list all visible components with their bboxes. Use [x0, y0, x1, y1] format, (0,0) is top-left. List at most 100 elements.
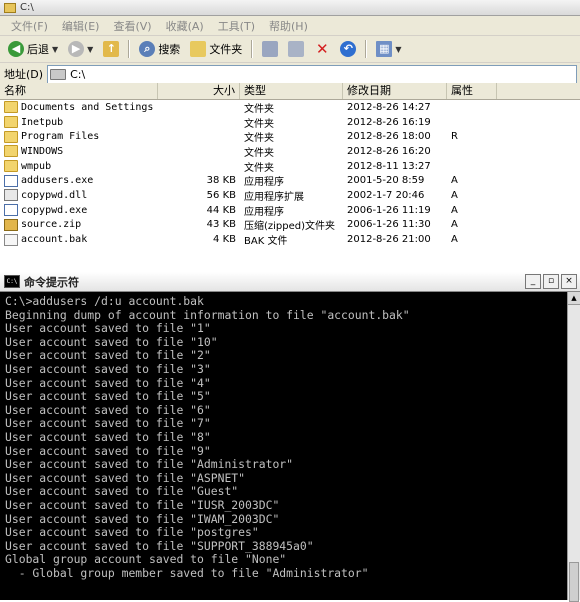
file-name: Program Files: [21, 131, 100, 143]
exe-icon: [4, 204, 18, 217]
column-header-type[interactable]: 类型: [240, 83, 343, 99]
console-line: User account saved to file "IUSR_2003DC": [5, 497, 280, 512]
chevron-down-icon: ▼: [395, 44, 402, 54]
file-row[interactable]: account.bak 4 KB BAK 文件 2012-8-26 21:00 A: [0, 232, 580, 247]
window-title: C:\: [20, 2, 34, 13]
cmd-titlebar[interactable]: C:\ 命令提示符 _ ▫ ×: [0, 272, 580, 292]
address-value: C:\: [70, 67, 86, 81]
file-type: 应用程序: [244, 177, 284, 189]
file-row[interactable]: copypwd.exe 44 KB 应用程序 2006-1-26 11:19 A: [0, 203, 580, 218]
file-name-cell: Inetpub: [0, 116, 158, 129]
file-name: Documents and Settings: [21, 101, 154, 113]
explorer-titlebar[interactable]: C:\: [0, 0, 580, 16]
file-size: 43 KB: [206, 219, 236, 231]
column-header-name[interactable]: 名称: [0, 83, 158, 99]
delete-button[interactable]: ✕: [310, 38, 334, 60]
zip-icon: [4, 218, 18, 231]
scroll-up-icon[interactable]: ▲: [568, 292, 580, 305]
file-type: 文件夹: [244, 133, 274, 145]
menu-edit[interactable]: 编辑(E): [55, 18, 107, 34]
move-to-icon: [262, 41, 279, 57]
file-size: 44 KB: [206, 204, 236, 216]
address-label: 地址(D): [4, 68, 44, 81]
file-type: 文件夹: [244, 162, 274, 174]
bak-icon: [4, 233, 18, 246]
console-line: User account saved to file "IWAM_2003DC": [5, 511, 280, 526]
file-name-cell: WINDOWS: [0, 145, 158, 158]
console-line: User account saved to file "Guest": [5, 484, 239, 499]
menu-tools[interactable]: 工具(T): [211, 18, 262, 34]
console-line: C:\>addusers /d:u account.bak: [5, 294, 204, 308]
column-header-attributes[interactable]: 属性: [447, 83, 497, 99]
file-name: addusers.exe: [21, 175, 94, 187]
forward-button[interactable]: ▶ ▼: [64, 38, 97, 60]
file-name-cell: source.zip: [0, 218, 158, 231]
file-row[interactable]: Documents and Settings 文件夹 2012-8-26 14:27: [0, 100, 580, 115]
console-line: User account saved to file "SUPPORT_3889…: [5, 538, 314, 553]
vertical-scrollbar[interactable]: ▲: [567, 292, 580, 602]
console-line: User account saved to file "Administrato…: [5, 457, 294, 472]
menu-file[interactable]: 文件(F): [4, 18, 55, 34]
file-name: wmpub: [21, 160, 52, 172]
file-rows: Documents and Settings 文件夹 2012-8-26 14:27…: [0, 100, 580, 247]
file-list-header: 名称 大小 类型 修改日期 属性: [0, 83, 580, 100]
file-row[interactable]: source.zip 43 KB 压缩(zipped)文件夹 2006-1-26 11…: [0, 218, 580, 233]
up-folder-button[interactable]: ↑: [99, 38, 123, 60]
back-arrow-icon: ◀: [8, 41, 24, 57]
menu-bar: 文件(F) 编辑(E) 查看(V) 收藏(A) 工具(T) 帮助(H): [0, 16, 580, 36]
toolbar-separator: [251, 40, 254, 58]
views-icon: ▦: [376, 41, 393, 57]
restore-button[interactable]: ▫: [543, 274, 559, 289]
cmd-output[interactable]: C:\>addusers /d:u account.bak Beginning d…: [0, 292, 568, 600]
close-button[interactable]: ×: [561, 274, 577, 289]
copy-to-icon: [288, 41, 305, 57]
undo-button[interactable]: ↶: [336, 38, 360, 60]
menu-help[interactable]: 帮助(H): [262, 18, 315, 34]
console-line: Global group account saved to file "None…: [5, 552, 287, 567]
file-type: 压缩(zipped)文件夹: [244, 221, 336, 233]
file-date: 2012-8-26 16:19: [347, 116, 431, 128]
file-row[interactable]: copypwd.dll 56 KB 应用程序扩展 2002-1-7 20:46 A: [0, 188, 580, 203]
file-date: 2001-5-20 8:59: [347, 175, 425, 187]
scrollbar-thumb[interactable]: [569, 562, 579, 602]
minimize-button[interactable]: _: [525, 274, 541, 289]
address-input[interactable]: C:\: [47, 64, 577, 84]
views-button[interactable]: ▦ ▼: [372, 38, 405, 60]
folders-button[interactable]: 文件夹: [186, 38, 246, 60]
file-name: source.zip: [21, 219, 82, 231]
file-row[interactable]: addusers.exe 38 KB 应用程序 2001-5-20 8:59 A: [0, 173, 580, 188]
file-name-cell: copypwd.dll: [0, 189, 158, 202]
menu-view[interactable]: 查看(V): [106, 18, 158, 34]
file-name: Inetpub: [21, 116, 64, 128]
console-line: User account saved to file "6": [5, 402, 211, 417]
file-size: 38 KB: [206, 175, 236, 187]
file-name-cell: wmpub: [0, 160, 158, 173]
cmd-title: 命令提示符: [24, 275, 79, 289]
menu-favorites[interactable]: 收藏(A): [159, 18, 211, 34]
file-row[interactable]: Inetpub 文件夹 2012-8-26 16:19: [0, 115, 580, 130]
file-type: 文件夹: [244, 118, 274, 130]
file-row[interactable]: WINDOWS 文件夹 2012-8-26 16:20: [0, 144, 580, 159]
file-row[interactable]: wmpub 文件夹 2012-8-11 13:27: [0, 159, 580, 174]
explorer-window: C:\ 文件(F) 编辑(E) 查看(V) 收藏(A) 工具(T) 帮助(H) …: [0, 0, 580, 272]
forward-arrow-icon: ▶: [68, 41, 85, 57]
file-row[interactable]: Program Files 文件夹 2012-8-26 18:00 R: [0, 129, 580, 144]
folder-icon: [4, 130, 18, 143]
search-button[interactable]: ⌕ 搜索: [135, 38, 184, 60]
column-header-size[interactable]: 大小: [158, 83, 240, 99]
move-to-button[interactable]: [258, 38, 282, 60]
file-attributes: R: [451, 131, 458, 143]
back-button[interactable]: ◀ 后退 ▼: [4, 38, 62, 60]
back-label: 后退: [27, 43, 49, 56]
file-list: 名称 大小 类型 修改日期 属性 Documents and Settings 文…: [0, 83, 580, 272]
toolbar: ◀ 后退 ▼ ▶ ▼ ↑ ⌕ 搜索 文件夹 ✕ ↶ ▦ ▼: [0, 36, 580, 63]
file-type: 文件夹: [244, 103, 274, 115]
file-date: 2012-8-11 13:27: [347, 160, 431, 172]
file-name-cell: Documents and Settings: [0, 101, 158, 114]
copy-to-button[interactable]: [284, 38, 308, 60]
console-line: User account saved to file "1": [5, 321, 211, 336]
drive-icon: [50, 68, 67, 80]
column-header-date[interactable]: 修改日期: [343, 83, 447, 99]
console-line: User account saved to file "2": [5, 348, 211, 363]
file-size: 56 KB: [206, 189, 236, 201]
